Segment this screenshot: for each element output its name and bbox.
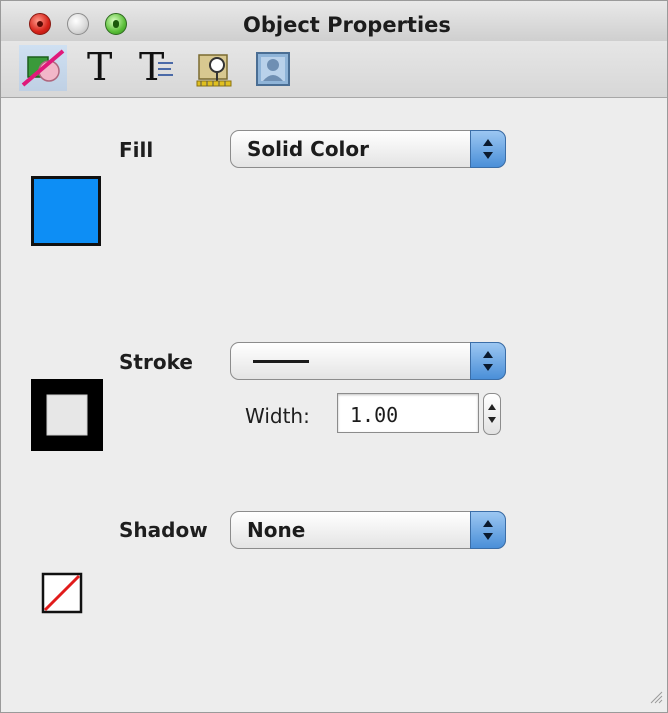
- popup-arrows-icon: [470, 342, 506, 380]
- stepper-up-icon[interactable]: [488, 404, 496, 410]
- width-label: Width:: [245, 404, 310, 428]
- stroke-width-field[interactable]: 1.00: [337, 393, 479, 433]
- window-title: Object Properties: [243, 13, 451, 37]
- popup-arrows-icon: [470, 511, 506, 549]
- popup-arrows-icon: [470, 130, 506, 168]
- stroke-color-well[interactable]: [30, 378, 104, 456]
- text-icon: T: [87, 45, 113, 89]
- shadow-popup[interactable]: None: [230, 511, 506, 549]
- stroke-label: Stroke: [119, 350, 193, 374]
- tab-fill-stroke[interactable]: [19, 45, 67, 91]
- close-button[interactable]: [29, 13, 51, 35]
- tab-metrics[interactable]: [191, 45, 239, 91]
- zoom-button[interactable]: [105, 13, 127, 35]
- stroke-line-preview: [253, 360, 309, 363]
- title-bar[interactable]: Object Properties: [1, 1, 667, 41]
- tab-text-layout[interactable]: T: [131, 45, 179, 91]
- tab-image[interactable]: [249, 45, 297, 91]
- fill-color-well[interactable]: [30, 175, 102, 251]
- fill-type-popup[interactable]: Solid Color: [230, 130, 506, 168]
- stepper-down-icon[interactable]: [488, 417, 496, 423]
- shadow-color-well[interactable]: [41, 572, 83, 618]
- minimize-button[interactable]: [67, 13, 89, 35]
- shadow-label: Shadow: [119, 518, 208, 542]
- fill-type-value: Solid Color: [247, 137, 370, 161]
- fill-label: Fill: [119, 138, 154, 162]
- fill-color-swatch: [34, 179, 98, 243]
- inspector-toolbar: T T: [1, 41, 667, 98]
- traffic-lights: [29, 13, 127, 37]
- tab-text[interactable]: T: [79, 45, 127, 91]
- stroke-width-value: 1.00: [350, 403, 399, 427]
- object-properties-window: Object Properties T T Fill Solid Color S…: [0, 0, 668, 713]
- resize-grip-icon[interactable]: [649, 689, 663, 708]
- stroke-style-popup[interactable]: [230, 342, 506, 380]
- shadow-value: None: [247, 518, 306, 542]
- stroke-width-stepper[interactable]: [483, 393, 501, 435]
- text-lines-icon: [158, 62, 173, 76]
